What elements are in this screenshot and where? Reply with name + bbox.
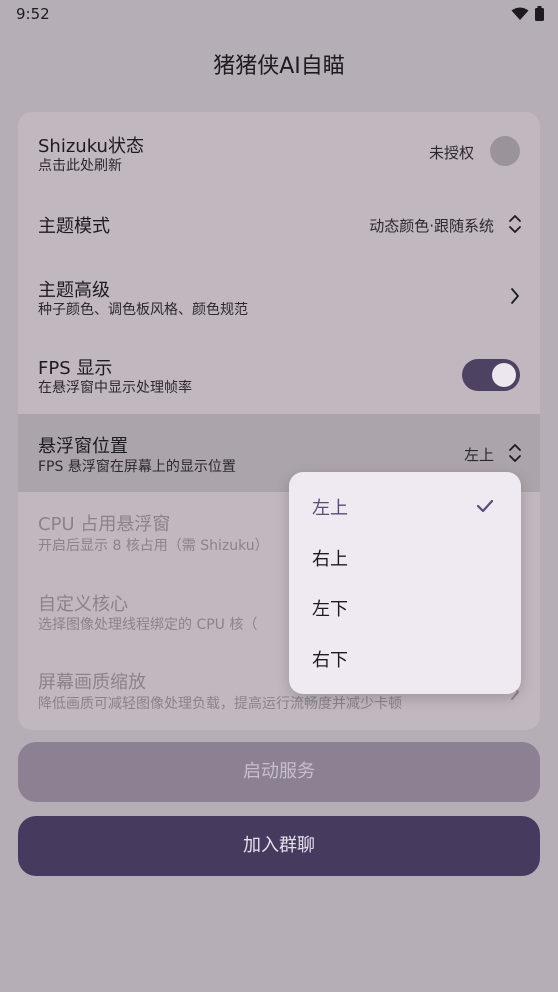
status-icons [511,6,544,21]
screen-scale-title: 屏幕画质缩放 [38,672,146,693]
menu-item-bottom-right[interactable]: 右下 [289,634,521,684]
cpu-overlay-subtitle: 开启后显示 8 核占用（需 Shizuku） [38,538,269,554]
menu-item-top-right[interactable]: 右上 [289,533,521,583]
custom-core-title: 自定义核心 [38,594,128,615]
cpu-overlay-title: CPU 占用悬浮窗 [38,514,171,535]
page-title: 猪猪侠AI自瞄 [213,54,345,79]
theme-mode-value: 动态颜色·跟随系统 [369,217,494,235]
position-dropdown-menu: 左上 右上 左下 右下 [289,472,521,694]
fps-toggle-switch[interactable] [462,359,520,391]
fps-display-row[interactable]: FPS 显示 在悬浮窗中显示处理帧率 [18,342,540,420]
join-group-button[interactable]: 加入群聊 [18,816,540,876]
wifi-icon [511,7,529,21]
status-indicator-dot [490,136,520,166]
shizuku-subtitle: 点击此处刷新 [38,158,122,174]
shizuku-status-row[interactable]: Shizuku状态 点击此处刷新 未授权 [18,112,540,190]
unfold-icon [509,215,521,233]
screen-scale-subtitle: 降低画质可减轻图像处理负载，提高运行流畅度并减少卡顿 [38,696,402,712]
fps-subtitle: 在悬浮窗中显示处理帧率 [38,380,192,396]
menu-item-top-left[interactable]: 左上 [289,482,521,532]
custom-core-subtitle: 选择图像处理线程绑定的 CPU 核（ [38,617,258,633]
toggle-knob [492,363,516,387]
overlay-position-title: 悬浮窗位置 [38,436,128,457]
chevron-right-icon [511,288,519,304]
shizuku-status-value: 未授权 [428,144,474,162]
check-icon [476,499,494,513]
menu-item-bottom-left[interactable]: 左下 [289,583,521,633]
unfold-icon [509,444,521,462]
status-bar: 9:52 [0,0,558,30]
theme-mode-row[interactable]: 主题模式 动态颜色·跟随系统 [18,184,540,262]
theme-advanced-row[interactable]: 主题高级 种子颜色、调色板风格、颜色规范 [18,262,540,340]
status-time: 9:52 [16,5,50,23]
menu-item-label: 右下 [312,650,348,671]
battery-icon [535,6,544,21]
start-service-button[interactable]: 启动服务 [18,742,540,802]
menu-item-label: 左下 [312,599,348,620]
menu-item-label: 左上 [312,498,348,519]
overlay-position-subtitle: FPS 悬浮窗在屏幕上的显示位置 [38,459,236,475]
menu-item-label: 右上 [312,549,348,570]
theme-mode-title: 主题模式 [38,216,110,237]
overlay-position-value: 左上 [463,446,494,464]
theme-advanced-subtitle: 种子颜色、调色板风格、颜色规范 [38,302,248,318]
